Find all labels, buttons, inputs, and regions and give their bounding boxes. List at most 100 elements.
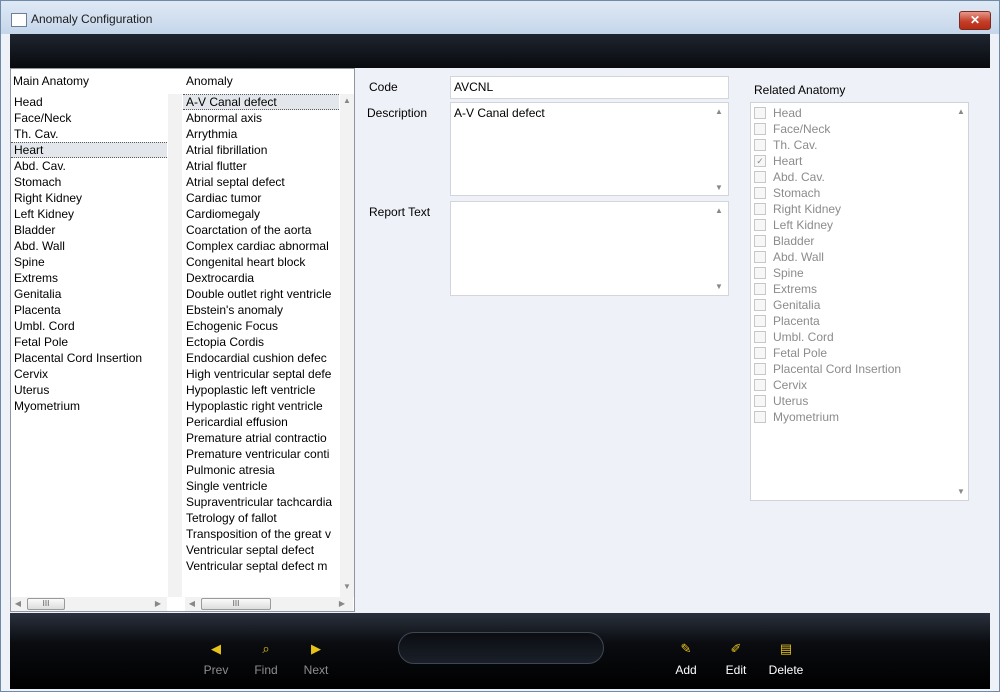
scroll-left-icon[interactable]: ◀: [185, 599, 199, 608]
find-button[interactable]: ⌕ Find: [238, 641, 294, 677]
anomaly-item[interactable]: Dextrocardia: [183, 270, 339, 286]
checkbox[interactable]: [754, 235, 766, 247]
anomaly-hscroll[interactable]: ◀ III ▶: [185, 597, 353, 611]
main-anatomy-item[interactable]: Uterus: [11, 382, 167, 398]
anomaly-item[interactable]: Echogenic Focus: [183, 318, 339, 334]
hscroll-thumb[interactable]: III: [201, 598, 271, 610]
main-anatomy-item[interactable]: Abd. Cav.: [11, 158, 167, 174]
anomaly-item[interactable]: Ectopia Cordis: [183, 334, 339, 350]
checkbox[interactable]: [754, 139, 766, 151]
scroll-right-icon[interactable]: ▶: [151, 599, 165, 608]
scroll-down-icon[interactable]: ▼: [954, 487, 968, 496]
anomaly-list[interactable]: A-V Canal defect Abnormal axis Arrythmia At…: [183, 94, 339, 574]
anomaly-item[interactable]: Arrythmia: [183, 126, 339, 142]
checkbox[interactable]: [754, 107, 766, 119]
scroll-up-icon[interactable]: ▲: [954, 107, 968, 116]
add-button[interactable]: ✎ Add: [658, 641, 714, 677]
main-anatomy-item[interactable]: Th. Cav.: [11, 126, 167, 142]
anomaly-item[interactable]: Ebstein's anomaly: [183, 302, 339, 318]
anomaly-item[interactable]: Double outlet right ventricle: [183, 286, 339, 302]
anomaly-item[interactable]: Atrial fibrillation: [183, 142, 339, 158]
main-anatomy-item[interactable]: Extrems: [11, 270, 167, 286]
scroll-up-icon[interactable]: ▲: [712, 107, 726, 116]
main-anatomy-item[interactable]: Left Kidney: [11, 206, 167, 222]
anomaly-item[interactable]: Single ventricle: [183, 478, 339, 494]
anomaly-item[interactable]: Congenital heart block: [183, 254, 339, 270]
checkbox[interactable]: [754, 411, 766, 423]
anomaly-item[interactable]: Premature atrial contractio: [183, 430, 339, 446]
anomaly-item[interactable]: Ventricular septal defect: [183, 542, 339, 558]
anomaly-item[interactable]: Atrial septal defect: [183, 174, 339, 190]
anomaly-item[interactable]: Supraventricular tachcardia: [183, 494, 339, 510]
checkbox[interactable]: [754, 363, 766, 375]
anomaly-item[interactable]: Coarctation of the aorta: [183, 222, 339, 238]
scroll-right-icon[interactable]: ▶: [335, 599, 349, 608]
report-text-textarea[interactable]: ▲ ▼: [450, 201, 729, 296]
main-anatomy-item[interactable]: Head: [11, 94, 167, 110]
scroll-down-icon[interactable]: ▼: [712, 282, 726, 291]
delete-button[interactable]: ▤ Delete: [758, 641, 814, 677]
main-anatomy-hscroll[interactable]: ◀ III ▶: [11, 597, 167, 611]
main-anatomy-item[interactable]: Stomach: [11, 174, 167, 190]
close-button[interactable]: ✕: [959, 11, 991, 30]
main-anatomy-vscroll[interactable]: [168, 94, 182, 597]
anomaly-item[interactable]: Premature ventricular conti: [183, 446, 339, 462]
anomaly-item[interactable]: Abnormal axis: [183, 110, 339, 126]
anomaly-item[interactable]: Complex cardiac abnormal: [183, 238, 339, 254]
checkbox[interactable]: [754, 187, 766, 199]
checkbox[interactable]: [754, 347, 766, 359]
main-anatomy-item[interactable]: Fetal Pole: [11, 334, 167, 350]
anomaly-item[interactable]: Transposition of the great v: [183, 526, 339, 542]
checkbox[interactable]: [754, 331, 766, 343]
checkbox[interactable]: [754, 283, 766, 295]
checkbox[interactable]: [754, 123, 766, 135]
anomaly-item[interactable]: Endocardial cushion defec: [183, 350, 339, 366]
checkbox[interactable]: [754, 379, 766, 391]
main-anatomy-item[interactable]: Abd. Wall: [11, 238, 167, 254]
anomaly-vscroll[interactable]: ▲ ▼: [340, 94, 354, 597]
edit-button[interactable]: ✐ Edit: [708, 641, 764, 677]
main-anatomy-item[interactable]: Spine: [11, 254, 167, 270]
anomaly-item[interactable]: Pulmonic atresia: [183, 462, 339, 478]
anomaly-item[interactable]: Cardiomegaly: [183, 206, 339, 222]
anomaly-item[interactable]: High ventricular septal defe: [183, 366, 339, 382]
checkbox[interactable]: [754, 219, 766, 231]
anomaly-item[interactable]: Hypoplastic left ventricle: [183, 382, 339, 398]
anomaly-item[interactable]: Pericardial effusion: [183, 414, 339, 430]
main-anatomy-item[interactable]: Heart: [11, 142, 167, 158]
main-anatomy-item[interactable]: Face/Neck: [11, 110, 167, 126]
main-anatomy-item[interactable]: Genitalia: [11, 286, 167, 302]
main-anatomy-item[interactable]: Placental Cord Insertion: [11, 350, 167, 366]
anomaly-item[interactable]: A-V Canal defect: [183, 94, 339, 110]
anomaly-item[interactable]: Hypoplastic right ventricle: [183, 398, 339, 414]
scroll-down-icon[interactable]: ▼: [712, 183, 726, 192]
main-anatomy-item[interactable]: Placenta: [11, 302, 167, 318]
anomaly-item[interactable]: Tetrology of fallot: [183, 510, 339, 526]
checkbox[interactable]: [754, 251, 766, 263]
scroll-up-icon[interactable]: ▲: [340, 96, 354, 105]
scroll-left-icon[interactable]: ◀: [11, 599, 25, 608]
next-button[interactable]: ▶ Next: [288, 641, 344, 677]
hscroll-thumb[interactable]: III: [27, 598, 65, 610]
main-anatomy-item[interactable]: Umbl. Cord: [11, 318, 167, 334]
checkbox-checked[interactable]: ✓: [754, 155, 766, 167]
main-anatomy-item[interactable]: Right Kidney: [11, 190, 167, 206]
scroll-up-icon[interactable]: ▲: [712, 206, 726, 215]
main-anatomy-list[interactable]: Head Face/Neck Th. Cav. Heart Abd. Cav. Stoma…: [11, 94, 167, 414]
checkbox[interactable]: [754, 395, 766, 407]
checkbox[interactable]: [754, 299, 766, 311]
checkbox[interactable]: [754, 203, 766, 215]
main-anatomy-item[interactable]: Bladder: [11, 222, 167, 238]
checkbox[interactable]: [754, 267, 766, 279]
anomaly-item[interactable]: Ventricular septal defect m: [183, 558, 339, 574]
description-textarea[interactable]: A-V Canal defect ▲ ▼: [450, 102, 729, 196]
checkbox[interactable]: [754, 171, 766, 183]
anomaly-item[interactable]: Cardiac tumor: [183, 190, 339, 206]
main-anatomy-item[interactable]: Cervix: [11, 366, 167, 382]
main-anatomy-item[interactable]: Myometrium: [11, 398, 167, 414]
scroll-down-icon[interactable]: ▼: [340, 582, 354, 591]
prev-button[interactable]: ◀ Prev: [188, 641, 244, 677]
anomaly-item[interactable]: Atrial flutter: [183, 158, 339, 174]
checkbox[interactable]: [754, 315, 766, 327]
code-input[interactable]: AVCNL: [450, 76, 729, 99]
